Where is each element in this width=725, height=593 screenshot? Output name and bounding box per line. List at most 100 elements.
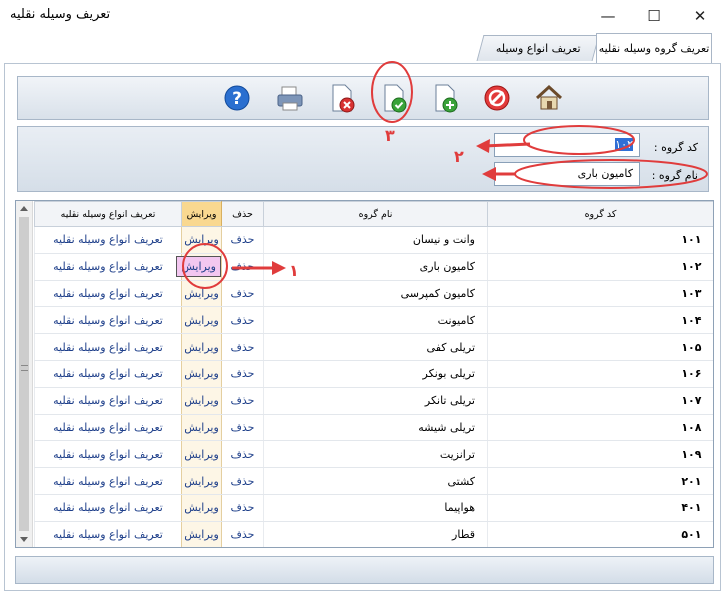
table-row[interactable]: تعریف انواع وسیله نقلیه ویرایش حذف هواپیما ۴… [34,494,713,522]
delete-link[interactable]: حذف [221,226,264,254]
table-row[interactable]: تعریف انواع وسیله نقلیه ویرایش حذف ترانزیت ۱… [34,440,713,469]
group-name-cell: تریلی شیشه [263,414,488,442]
column-header-code[interactable]: کد گروه [487,201,713,227]
delete-link[interactable]: حذف [221,253,264,281]
define-link[interactable]: تعریف انواع وسیله نقلیه [34,280,182,308]
table-row[interactable]: تعریف انواع وسیله نقلیه ویرایش حذف تریلی تا… [34,387,713,415]
delete-link[interactable]: حذف [221,306,264,335]
define-link[interactable]: تعریف انواع وسیله نقلیه [34,360,182,388]
group-code-cell: ۱۰۴ [487,306,713,335]
group-name-cell: تریلی بونکر [263,360,488,388]
save-doc-icon[interactable] [377,81,411,115]
group-code-cell: ۲۰۱ [487,467,713,495]
group-name-cell: کامیونت [263,306,488,335]
delete-link[interactable]: حذف [221,467,264,495]
group-name-cell: کشتی [263,467,488,495]
edit-link[interactable]: ویرایش [181,387,222,415]
delete-link[interactable]: حذف [221,521,264,547]
define-link[interactable]: تعریف انواع وسیله نقلیه [34,440,182,469]
define-link[interactable]: تعریف انواع وسیله نقلیه [34,494,182,522]
define-link[interactable]: تعریف انواع وسیله نقلیه [34,414,182,442]
table-row[interactable]: تعریف انواع وسیله نقلیه ویرایش حذف تریلی کف… [34,333,713,361]
table-row[interactable]: تعریف انواع وسیله نقلیه ویرایش حذف وانت و ن… [34,226,713,254]
group-name-cell: قطار [263,521,488,547]
edit-link[interactable]: ویرایش [181,306,222,335]
delete-link[interactable]: حذف [221,387,264,415]
group-name-cell: هواپیما [263,494,488,522]
column-header-define[interactable]: تعریف انواع وسیله نقلیه [34,201,182,227]
group-code-cell: ۱۰۳ [487,280,713,308]
group-code-cell: ۱۰۸ [487,414,713,442]
group-code-field[interactable]: ۱۰۲ [494,133,640,157]
delete-link[interactable]: حذف [221,333,264,361]
toolbar: ? [17,76,709,120]
group-name-cell: وانت و نیسان [263,226,488,254]
delete-link[interactable]: حذف [221,280,264,308]
add-doc-icon[interactable] [428,81,462,115]
close-button[interactable]: ✕ [677,0,723,31]
delete-link[interactable]: حذف [221,360,264,388]
table-row[interactable]: تعریف انواع وسیله نقلیه ویرایش حذف کامیونت ۱… [34,306,713,335]
delete-link[interactable]: حذف [221,414,264,442]
group-name-cell: تریلی کفی [263,333,488,361]
edit-link[interactable]: ویرایش [181,467,222,495]
svg-text:?: ? [232,89,242,109]
edit-link[interactable]: ویرایش [181,226,222,254]
title-bar: تعریف وسیله نقلیه — ☐ ✕ [0,0,725,31]
table-row[interactable]: تعریف انواع وسیله نقلیه ویرایش حذف کامیون ک… [34,280,713,308]
tab-strip: تعریف انواع وسیله تعریف گروه وسیله نقلیه [0,31,725,78]
edit-link[interactable]: ویرایش [181,333,222,361]
name-label: نام گروه : [651,169,698,182]
tab-define-vehicle-types[interactable]: تعریف انواع وسیله [476,35,600,61]
annotation-number-3: ۳ [385,126,395,145]
scroll-down-arrow-icon[interactable] [20,537,28,542]
edit-link[interactable]: ویرایش [181,414,222,442]
edit-button-highlighted[interactable]: ویرایش [176,256,221,278]
group-name-cell: تریلی تانکر [263,387,488,415]
define-link[interactable]: تعریف انواع وسیله نقلیه [34,521,182,547]
column-header-edit[interactable]: ویرایش [181,201,222,227]
table-header-row: تعریف انواع وسیله نقلیه ویرایش حذف نام گ… [34,201,713,227]
help-icon[interactable]: ? [220,81,254,115]
group-name-field[interactable]: کامیون باری [494,162,640,186]
cancel-icon[interactable] [480,81,514,115]
delete-link[interactable]: حذف [221,440,264,469]
code-label: کد گروه : [653,141,698,154]
scroll-thumb[interactable] [19,217,29,531]
maximize-button[interactable]: ☐ [631,0,677,31]
table-row[interactable]: تعریف انواع وسیله نقلیه ویرایش حذف تریلی بو… [34,360,713,388]
home-icon[interactable] [532,81,566,115]
group-code-cell: ۱۰۵ [487,333,713,361]
vertical-scrollbar[interactable] [16,201,33,547]
edit-link[interactable]: ویرایش [181,440,222,469]
delete-doc-icon[interactable] [325,81,359,115]
table-row[interactable]: تعریف انواع وسیله نقلیه ویرایش حذف کشتی ۲۰۱ [34,467,713,495]
column-header-delete[interactable]: حذف [221,201,264,227]
define-link[interactable]: تعریف انواع وسیله نقلیه [34,306,182,335]
edit-link[interactable]: ویرایش [181,360,222,388]
define-link[interactable]: تعریف انواع وسیله نقلیه [34,467,182,495]
define-link[interactable]: تعریف انواع وسیله نقلیه [34,226,182,254]
table-row[interactable]: تعریف انواع وسیله نقلیه ویرایش حذف قطار ۵۰۱ [34,521,713,547]
edit-link[interactable]: ویرایش [181,494,222,522]
print-icon[interactable] [273,81,307,115]
edit-link[interactable]: ویرایش [181,521,222,547]
tab-label: تعریف گروه وسیله نقلیه [598,42,710,55]
column-header-name[interactable]: نام گروه [263,201,488,227]
define-link[interactable]: تعریف انواع وسیله نقلیه [34,333,182,361]
define-link[interactable]: تعریف انواع وسیله نقلیه [34,253,182,281]
delete-link[interactable]: حذف [221,494,264,522]
tab-define-vehicle-group[interactable]: تعریف گروه وسیله نقلیه [596,33,712,63]
define-link[interactable]: تعریف انواع وسیله نقلیه [34,387,182,415]
group-code-value: ۱۰۲ [615,138,633,151]
edit-link[interactable]: ویرایش [181,280,222,308]
table-row[interactable]: تعریف انواع وسیله نقلیه ویرایش حذف کامیون ب… [34,253,713,281]
table-row[interactable]: تعریف انواع وسیله نقلیه ویرایش حذف تریلی شی… [34,414,713,442]
group-code-cell: ۱۰۷ [487,387,713,415]
edit-link[interactable]: ویرایش [176,253,222,281]
minimize-button[interactable]: — [585,0,631,31]
status-bar [15,556,714,584]
scroll-up-arrow-icon[interactable] [20,206,28,211]
main-panel: ? کد گروه : ۱۰۲ نام گروه : کامیون باری ت… [4,63,721,591]
annotation-number-2: ۲ [454,147,464,166]
